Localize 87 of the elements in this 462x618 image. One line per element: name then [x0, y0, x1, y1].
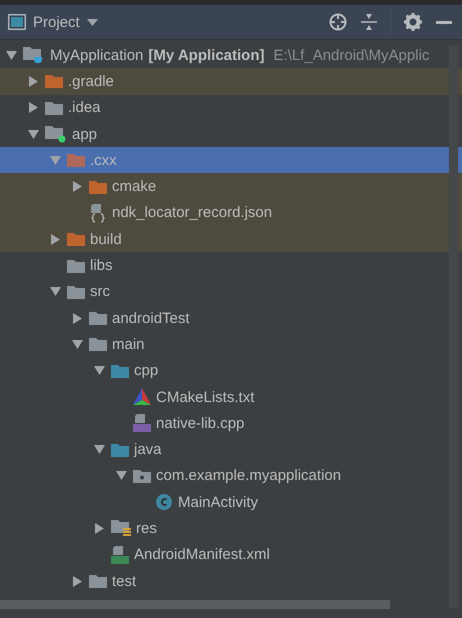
expand-arrow-icon[interactable] — [50, 234, 60, 245]
expand-arrow-icon[interactable] — [72, 576, 82, 587]
tree-row[interactable]: res — [0, 515, 462, 542]
tree-row[interactable]: test — [0, 568, 462, 594]
tree-row[interactable]: .idea — [0, 94, 462, 121]
collapse-arrow-icon[interactable] — [6, 50, 16, 60]
item-label: build — [90, 230, 122, 248]
item-label: test — [112, 572, 136, 590]
resource-folder-icon — [111, 519, 131, 538]
tree-row[interactable]: build — [0, 226, 462, 252]
tree-row[interactable]: cpp — [0, 358, 462, 384]
project-path: E:\Lf_Android\MyApplic — [274, 46, 430, 64]
folder-icon — [89, 311, 107, 326]
tree-row[interactable]: AndroidManifest.xml — [0, 542, 462, 568]
tree-row[interactable]: libs — [0, 252, 462, 279]
item-label: app — [72, 126, 98, 143]
crosshair-icon — [329, 13, 347, 31]
item-label: MainActivity — [178, 494, 258, 511]
item-label: .gradle — [68, 72, 114, 90]
folder-icon — [45, 74, 63, 88]
collapse-arrow-icon[interactable] — [94, 445, 104, 454]
expand-arrow-icon[interactable] — [94, 522, 104, 534]
folder-icon — [67, 232, 85, 246]
item-label: src — [90, 283, 110, 300]
folder-icon — [111, 442, 129, 457]
collapse-arrow-icon[interactable] — [116, 471, 126, 480]
folder-icon — [111, 364, 129, 378]
settings-icon — [404, 13, 422, 31]
item-label: native-lib.cpp — [156, 414, 244, 432]
folder-icon — [89, 337, 107, 352]
caret-icon — [86, 18, 98, 26]
expand-arrow-icon[interactable] — [72, 312, 82, 324]
view-selector[interactable]: Project — [8, 14, 98, 30]
collapse-arrow-icon[interactable] — [72, 340, 82, 349]
module-folder-icon — [45, 125, 67, 144]
folder-icon — [89, 180, 107, 194]
module-label: [My Application] — [148, 46, 264, 64]
folder-icon — [67, 284, 85, 299]
vertical-scrollbar[interactable] — [449, 45, 458, 608]
tree-row[interactable]: MyApplication [My Application] E:\Lf_Android\MyApplic — [0, 42, 462, 68]
folder-icon — [67, 258, 85, 273]
class-icon — [155, 493, 173, 512]
tree-row[interactable]: .gradle — [0, 68, 462, 95]
tree-row[interactable]: com.example.myapplication — [0, 462, 462, 490]
tree-row[interactable]: native-lib.cpp — [0, 410, 462, 436]
minimize-icon — [436, 20, 452, 24]
horizontal-scrollbar[interactable] — [0, 600, 390, 609]
item-label: java — [134, 441, 162, 458]
item-label: AndroidManifest.xml — [134, 546, 270, 564]
collapse-arrow-icon[interactable] — [94, 366, 104, 376]
item-label: main — [112, 336, 145, 353]
item-label: MyApplication — [50, 46, 144, 64]
folder-icon — [67, 153, 85, 168]
tree-row[interactable]: app — [0, 120, 462, 148]
tree-row[interactable]: cmake — [0, 173, 462, 200]
item-label: cmake — [112, 178, 156, 196]
expand-arrow-icon[interactable] — [28, 102, 38, 114]
tree-row[interactable]: MainActivity — [0, 489, 462, 516]
collapse-arrow-icon[interactable] — [28, 130, 38, 139]
item-label: androidTest — [112, 310, 190, 327]
package-folder-icon — [133, 468, 151, 483]
collapse-icon — [361, 13, 377, 31]
cpp-file-icon — [133, 413, 151, 434]
json-file-icon — [89, 202, 107, 223]
window-icon — [8, 14, 26, 30]
item-label: CMakeLists.txt — [156, 388, 254, 406]
folder-icon — [45, 100, 63, 115]
item-label: ndk_locator_record.json — [112, 204, 272, 222]
expand-arrow-icon[interactable] — [72, 181, 82, 192]
item-label: .cxx — [90, 152, 117, 169]
tree-row[interactable]: CMakeLists.txt — [0, 384, 462, 410]
item-label: com.example.myapplication — [156, 467, 342, 484]
tree-row[interactable]: src — [0, 278, 462, 305]
item-label: .idea — [68, 99, 101, 116]
tree-row[interactable]: java — [0, 436, 462, 463]
item-label: cpp — [134, 362, 158, 380]
item-label: libs — [90, 257, 113, 274]
tree-row[interactable]: ndk_locator_record.json — [0, 200, 462, 226]
collapse-arrow-icon[interactable] — [50, 287, 60, 296]
tree-row[interactable]: main — [0, 331, 462, 358]
manifest-file-icon — [111, 544, 129, 565]
expand-arrow-icon[interactable] — [28, 76, 38, 87]
tree-row[interactable]: androidTest — [0, 304, 462, 332]
triangle-logo-icon — [133, 388, 151, 406]
folder-icon — [89, 574, 107, 588]
item-label: res — [136, 520, 157, 537]
module-folder-icon — [23, 46, 45, 64]
